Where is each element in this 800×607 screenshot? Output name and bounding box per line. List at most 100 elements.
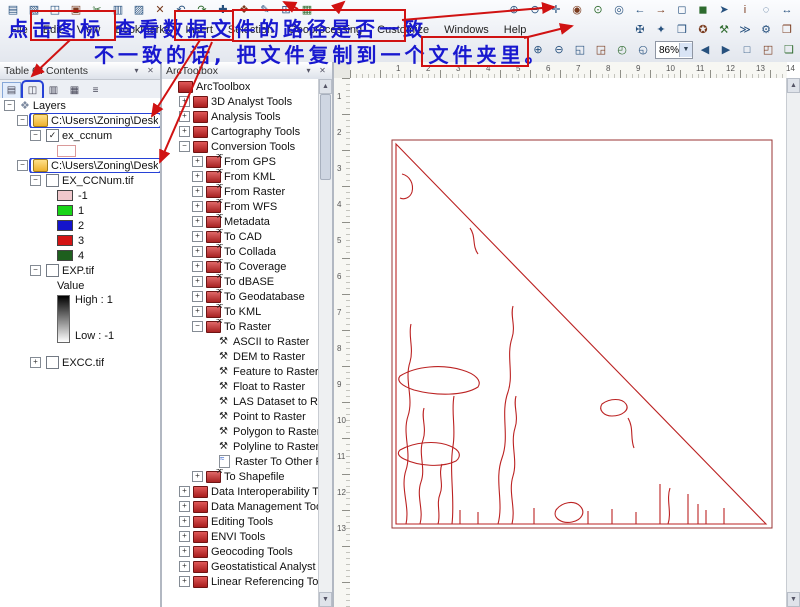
scroll-down-icon[interactable]: ▼ <box>787 592 800 607</box>
select-elements-icon[interactable]: ➤ <box>714 1 734 20</box>
image-analysis-icon[interactable]: ✦ <box>651 21 671 40</box>
expand-toggle[interactable]: + <box>192 261 203 272</box>
toolbox-item[interactable]: ⚒ Point to Raster <box>162 409 319 424</box>
row-content[interactable]: EXCC.tif <box>44 356 106 369</box>
row-content[interactable]: High : 1 Low : -1 <box>55 293 116 343</box>
row-content[interactable]: ✓ ex_ccnum <box>44 129 114 142</box>
map-scrollbar[interactable]: ▲ ▼ <box>786 78 800 607</box>
fixed-zoom-in-icon[interactable]: ⊙ <box>588 1 608 20</box>
model-builder-icon[interactable]: ⚙ <box>756 21 776 40</box>
annotated-data-source[interactable]: C:\Users\Zoning\Desktop <box>29 158 160 173</box>
toolbox-item[interactable]: + To dBASE <box>162 274 319 289</box>
go-back-icon[interactable]: ← <box>630 1 650 20</box>
annotated-data-source[interactable]: C:\Users\Zoning\Desktop <box>29 113 160 128</box>
expand-toggle[interactable]: + <box>179 516 190 527</box>
row-content[interactable]: EXP.tif <box>44 264 96 277</box>
toolbox-item[interactable]: ⚒ Feature to Raster <box>162 364 319 379</box>
toolbox-item[interactable]: − Conversion Tools <box>162 139 319 154</box>
scroll-up-icon[interactable]: ▲ <box>787 78 800 93</box>
toolbox-item[interactable]: + To Geodatabase <box>162 289 319 304</box>
chevron-down-icon[interactable]: ▼ <box>679 43 693 57</box>
expand-toggle[interactable]: + <box>192 276 203 287</box>
expand-toggle[interactable]: + <box>30 357 41 368</box>
expand-toggle[interactable]: + <box>179 126 190 137</box>
expand-toggle[interactable]: + <box>179 531 190 542</box>
toolbox-item[interactable]: + Geostatistical Analyst Tools <box>162 559 319 574</box>
toolbox-item[interactable]: ArcToolbox <box>162 79 319 94</box>
toolbox-item[interactable]: + Data Interoperability Tools <box>162 484 319 499</box>
layout-zoom-combo[interactable]: 86% ▼ <box>655 41 694 59</box>
full-extent-icon[interactable]: ◉ <box>567 1 587 20</box>
menu-help[interactable]: Help <box>497 23 534 37</box>
find-icon[interactable]: ◌ <box>756 1 776 20</box>
clear-selection-icon[interactable]: ◼ <box>693 1 713 20</box>
collapse-toggle[interactable]: − <box>192 321 203 332</box>
list-by-source-icon[interactable]: ◫ <box>21 79 44 102</box>
toolbox-item[interactable]: + From GPS <box>162 154 319 169</box>
viewer-window-icon[interactable]: ❐ <box>777 21 797 40</box>
python-window-icon[interactable]: ≫ <box>735 21 755 40</box>
collapse-toggle[interactable]: − <box>4 100 15 111</box>
toolbox-item[interactable]: + Cartography Tools <box>162 124 319 139</box>
toolbox-item[interactable]: + Geocoding Tools <box>162 544 319 559</box>
collapse-toggle[interactable]: − <box>17 160 28 171</box>
expand-toggle[interactable]: + <box>192 306 203 317</box>
expand-toggle[interactable]: + <box>179 96 190 107</box>
select-features-icon[interactable]: ◻ <box>672 1 692 20</box>
row-content[interactable]: 3 <box>55 235 86 247</box>
toolbox-item[interactable]: + Linear Referencing Tools <box>162 574 319 589</box>
toolbox-item[interactable]: Raster To Other Format <box>162 454 319 469</box>
menu-windows[interactable]: Windows <box>437 23 496 37</box>
toolbox-item[interactable]: + Editing Tools <box>162 514 319 529</box>
toolbox-item[interactable]: ⚒ Polyline to Raster <box>162 439 319 454</box>
measure-icon[interactable]: ↔ <box>777 1 797 20</box>
expand-toggle[interactable]: + <box>192 186 203 197</box>
toolbox-item[interactable]: +3D Analyst Tools <box>162 94 319 109</box>
row-content[interactable]: EX_CCNum.tif <box>44 174 136 187</box>
expand-toggle[interactable]: + <box>192 246 203 257</box>
expand-toggle[interactable]: + <box>192 216 203 227</box>
toolbox-item[interactable]: + To Collada <box>162 244 319 259</box>
pan-icon[interactable]: ✛ <box>546 1 566 20</box>
expand-toggle[interactable]: + <box>179 486 190 497</box>
zoom-out-icon[interactable]: ⊖ <box>525 1 545 20</box>
toolbox-item[interactable]: − To Raster <box>162 319 319 334</box>
layout-zoom-100-icon[interactable]: ◲ <box>591 41 611 60</box>
georeferencing-icon[interactable]: ✠ <box>630 21 650 40</box>
row-content[interactable]: -1 <box>55 190 90 202</box>
toc-options-icon[interactable]: ≡ <box>86 82 105 100</box>
expand-toggle[interactable]: + <box>179 111 190 122</box>
expand-toggle[interactable]: + <box>179 561 190 572</box>
layer-checkbox[interactable]: ✓ <box>46 129 59 142</box>
catalog-window-icon[interactable]: ❒ <box>672 21 692 40</box>
identify-icon[interactable]: i <box>735 1 755 20</box>
layout-zoom-out-icon[interactable]: ⊖ <box>549 41 569 60</box>
map-view[interactable]: 1 2 3 4 5 6 7 8 9 10 11 12 13 14 1 2 3 4 5 6 7 8 9 10 11 12 13 <box>334 62 800 607</box>
layout-fixed-zoom-out-icon[interactable]: ◵ <box>633 41 653 60</box>
fixed-zoom-out-icon[interactable]: ◎ <box>609 1 629 20</box>
arctoolbox-scrollbar[interactable]: ▲ ▼ <box>318 79 332 607</box>
row-content[interactable]: 1 <box>55 205 86 217</box>
collapse-toggle[interactable]: − <box>30 175 41 186</box>
toolbox-item[interactable]: + From WFS <box>162 199 319 214</box>
toolbox-item[interactable]: ⚒ Float to Raster <box>162 379 319 394</box>
collapse-toggle[interactable]: − <box>17 115 28 126</box>
toolbox-item[interactable]: + Metadata <box>162 214 319 229</box>
row-content[interactable]: Value <box>55 280 86 292</box>
expand-toggle[interactable]: + <box>179 546 190 557</box>
expand-toggle[interactable]: + <box>192 231 203 242</box>
toolbox-item[interactable]: + To KML <box>162 304 319 319</box>
expand-toggle[interactable]: + <box>192 171 203 182</box>
row-content[interactable]: 2 <box>55 220 86 232</box>
expand-toggle[interactable]: + <box>192 471 203 482</box>
toolbox-item[interactable]: + Analysis Tools <box>162 109 319 124</box>
search-window-icon[interactable]: ✪ <box>693 21 713 40</box>
data-driven-pages-icon[interactable]: ❏ <box>779 41 799 60</box>
row-content[interactable]: 4 <box>55 250 86 262</box>
toolbox-item[interactable]: + To Shapefile <box>162 469 319 484</box>
row-content[interactable] <box>55 144 78 157</box>
toolbox-item[interactable]: + To CAD <box>162 229 319 244</box>
layout-go-forward-icon[interactable]: ▶ <box>716 41 736 60</box>
expand-toggle[interactable]: + <box>192 291 203 302</box>
layout-zoom-whole-page-icon[interactable]: ◱ <box>570 41 590 60</box>
